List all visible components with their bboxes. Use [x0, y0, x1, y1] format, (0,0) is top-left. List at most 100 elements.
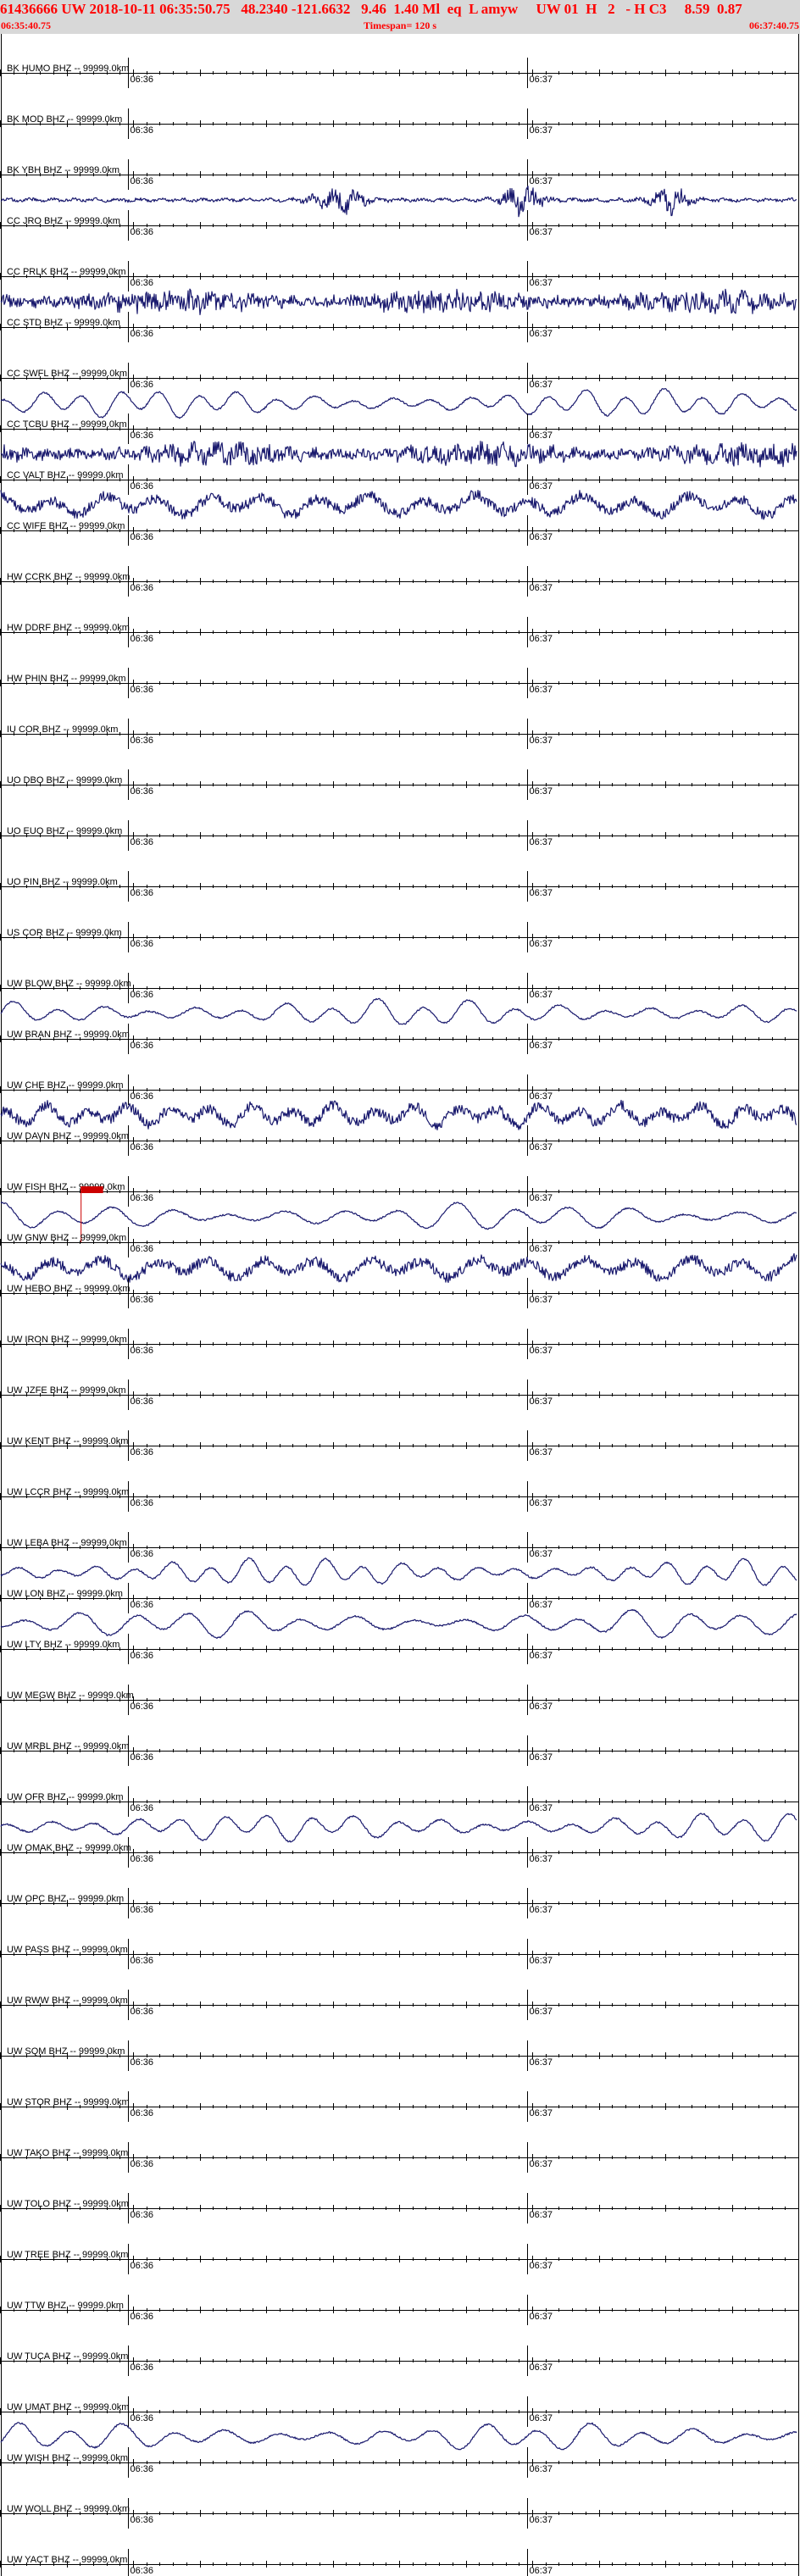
channel-row: 06:36 06:37 UW OFR BHZ -- 99999.0km	[0, 1786, 799, 1843]
time-tick-label: 06:37	[530, 990, 553, 1000]
time-tick-label: 06:36	[131, 1295, 154, 1305]
time-tick-label: 06:36	[131, 1854, 154, 1864]
channel-label: UW SQM BHZ -- 99999.0km	[7, 2046, 125, 2057]
channel-row: 06:36 06:37 UW TTW BHZ -- 99999.0km	[0, 2295, 799, 2325]
time-tick-label: 06:37	[530, 1803, 553, 1813]
time-tick-label: 06:36	[131, 329, 154, 339]
time-tick-label: 06:36	[131, 1600, 154, 1610]
channel-row: 06:36 06:37 UW TREE BHZ -- 99999.0km	[0, 2244, 799, 2274]
time-tick-label: 06:37	[530, 2312, 553, 2322]
time-tick-label: 06:36	[131, 1244, 154, 1254]
time-tick-label: 06:36	[131, 1549, 154, 1559]
channel-row: 06:36 06:37 UW DAVN BHZ -- 99999.0km	[0, 1125, 799, 1156]
channel-label: UW UMAT BHZ -- 99999.0km	[7, 2402, 129, 2412]
time-tick-label: 06:36	[131, 1142, 154, 1152]
time-tick-label: 06:36	[131, 278, 154, 288]
channel-label: UW BLOW BHZ -- 99999.0km	[7, 979, 131, 989]
waveform-trace	[0, 288, 797, 315]
time-tick-label: 06:37	[530, 1956, 553, 1966]
channel-label: UW BRAN BHZ -- 99999.0km	[7, 1030, 130, 1040]
channel-row: 06:36 06:37 UO PIN BHZ -- 99999.0km	[0, 871, 799, 902]
waveform-trace	[0, 1813, 797, 1843]
channel-label: CC PRLK BHZ -- 99999.0km	[7, 267, 126, 277]
time-tick-label: 06:37	[530, 380, 553, 390]
time-tick-label: 06:36	[131, 2007, 154, 2017]
channel-label: UW OPC BHZ -- 99999.0km	[7, 1894, 124, 1904]
time-tick-label: 06:37	[530, 227, 553, 237]
channel-row: 06:36 06:37 UW BLOW BHZ -- 99999.0km	[0, 973, 799, 1025]
time-tick-label: 06:37	[530, 1346, 553, 1356]
channel-row: 06:36 06:37 US COR BHZ -- 99999.0km	[0, 922, 799, 952]
time-tick-label: 06:36	[131, 1396, 154, 1407]
end-time-label: 06:37:40.75	[749, 19, 799, 31]
time-tick-label: 06:37	[530, 2210, 553, 2220]
waveform-trace	[0, 1099, 797, 1131]
time-tick-label: 06:37	[530, 1752, 553, 1763]
channel-label: UW TAKO BHZ -- 99999.0km	[7, 2148, 128, 2158]
time-tick-label: 06:36	[131, 736, 154, 746]
time-tick-label: 06:37	[530, 75, 553, 85]
time-tick-label: 06:37	[530, 786, 553, 797]
channel-label: UW LCCR BHZ -- 99999.0km	[7, 1487, 129, 1497]
time-tick-label: 06:37	[530, 1396, 553, 1407]
channel-row: 06:36 06:37 BK HUMO BHZ -- 99999.0km	[0, 58, 799, 88]
channel-row: 06:36 06:37 UW MEGW BHZ -- 99999.0km	[0, 1685, 799, 1715]
channel-label: HW DDRF BHZ -- 99999.0km	[7, 623, 130, 633]
channel-row: 06:36 06:37 UW JZFE BHZ -- 99999.0km	[0, 1380, 799, 1410]
time-tick-label: 06:37	[530, 430, 553, 441]
channel-label: UW FISH BHZ -- 99999.0km	[7, 1182, 125, 1192]
channel-label: UW MEGW BHZ -- 99999.0km	[7, 1690, 134, 1701]
time-tick-label: 06:36	[131, 2464, 154, 2474]
time-tick-label: 06:36	[131, 634, 154, 644]
channel-label: UW TREE BHZ -- 99999.0km	[7, 2250, 128, 2260]
time-tick-label: 06:37	[530, 1447, 553, 1457]
channel-label: UW CHE BHZ -- 99999.0km	[7, 1080, 124, 1091]
time-tick-label: 06:36	[131, 1447, 154, 1457]
channel-label: UW DAVN BHZ -- 99999.0km	[7, 1131, 129, 1141]
channel-label: CC WIFE BHZ -- 99999.0km	[7, 521, 125, 531]
waveform-trace	[0, 186, 797, 218]
time-tick-label: 06:36	[131, 380, 154, 390]
channel-label: UW JZFE BHZ -- 99999.0km	[7, 1385, 126, 1396]
channel-row: 06:36 06:37 CC STD BHZ -- 99999.0km	[0, 312, 799, 342]
channel-row: 06:36 06:37 UW OPC BHZ -- 99999.0km	[0, 1888, 799, 1918]
channel-row: 06:36 06:37 HW CCRK BHZ -- 99999.0km	[0, 566, 799, 597]
channel-row: 06:36 06:37 UW KENT BHZ -- 99999.0km	[0, 1430, 799, 1461]
channel-row: 06:36 06:37 UW GNW BHZ -- 99999.0km	[0, 1227, 799, 1284]
time-tick-label: 06:37	[530, 2057, 553, 2068]
channel-label: CC STD BHZ -- 99999.0km	[7, 318, 120, 328]
channel-label: US COR BHZ -- 99999.0km	[7, 928, 122, 938]
channel-row: 06:36 06:37 UW WOLL BHZ -- 99999.0km	[0, 2498, 799, 2529]
waveform-trace	[0, 1202, 797, 1230]
channel-row: 06:36 06:37 UW LCCR BHZ -- 99999.0km	[0, 1481, 799, 1512]
time-tick-label: 06:36	[131, 75, 154, 85]
time-tick-label: 06:37	[530, 1091, 553, 1102]
channel-label: HW PHIN BHZ -- 99999.0km	[7, 674, 126, 684]
channel-row: 06:36 06:37 UW SQM BHZ -- 99999.0km	[0, 2040, 799, 2071]
channel-label: UW OFR BHZ -- 99999.0km	[7, 1792, 124, 1802]
waveform-trace	[0, 441, 797, 468]
time-tick-label: 06:37	[530, 2413, 553, 2423]
time-tick-label: 06:37	[530, 736, 553, 746]
time-tick-label: 06:36	[131, 685, 154, 695]
time-tick-label: 06:37	[530, 2464, 553, 2474]
channel-label: UW LTY BHZ -- 99999.0km	[7, 1640, 119, 1650]
channel-label: UW KENT BHZ -- 99999.0km	[7, 1436, 128, 1446]
channel-row: 06:36 06:37 UW LEBA BHZ -- 99999.0km	[0, 1532, 799, 1586]
time-tick-label: 06:37	[530, 1549, 553, 1559]
time-tick-label: 06:36	[131, 532, 154, 542]
time-tick-label: 06:36	[131, 227, 154, 237]
time-tick-label: 06:37	[530, 1651, 553, 1661]
channel-label: UW LON BHZ -- 99999.0km	[7, 1589, 123, 1599]
channel-row: 06:36 06:37 HW PHIN BHZ -- 99999.0km	[0, 668, 799, 698]
channel-label: UW STOR BHZ -- 99999.0km	[7, 2097, 130, 2107]
time-tick-label: 06:36	[131, 2261, 154, 2271]
pick-flag	[81, 1186, 103, 1193]
time-tick-label: 06:36	[131, 2108, 154, 2118]
time-tick-label: 06:36	[131, 481, 154, 491]
channel-label: BK HUMO BHZ -- 99999.0km	[7, 64, 129, 74]
channel-label: UW TTW BHZ -- 99999.0km	[7, 2301, 124, 2311]
waveform-trace	[0, 387, 797, 419]
time-tick-label: 06:37	[530, 278, 553, 288]
time-tick-label: 06:36	[131, 1905, 154, 1915]
